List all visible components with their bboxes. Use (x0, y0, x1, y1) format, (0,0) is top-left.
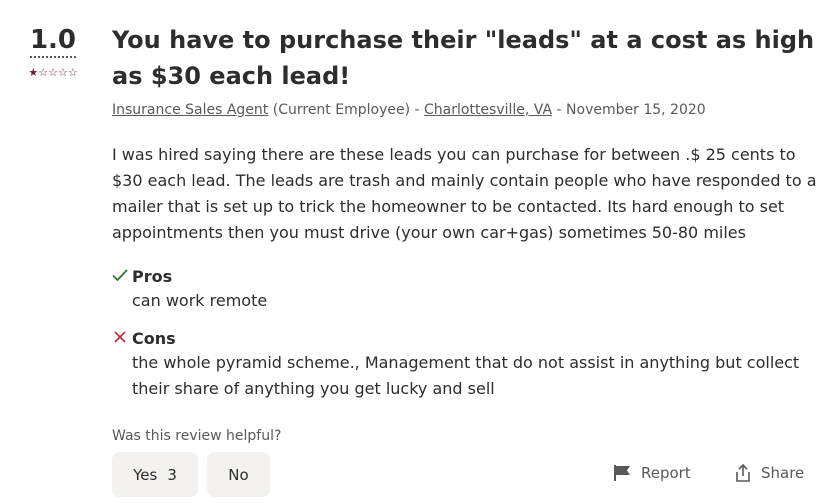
cons-text: the whole pyramid scheme., Management th… (132, 353, 800, 398)
pros-label: Pros (132, 267, 173, 286)
meta-separator: - (414, 102, 420, 118)
star-empty-icon: ☆ (48, 66, 58, 79)
cons-section: Cons the whole pyramid scheme., Manageme… (112, 328, 824, 402)
report-label: Report (641, 464, 691, 482)
share-icon (736, 463, 750, 482)
cons-label: Cons (132, 329, 176, 348)
star-filled-icon: ★ (28, 66, 39, 79)
cross-icon (112, 328, 128, 350)
review-date: November 15, 2020 (566, 102, 706, 118)
yes-button[interactable]: Yes 3 (112, 452, 198, 497)
share-button[interactable]: Share (733, 461, 804, 485)
rating-block: 1.0 ★☆☆☆☆ (16, 24, 90, 79)
pros-text: can work remote (132, 291, 268, 310)
review-title: You have to purchase their "leads" at a … (112, 26, 815, 90)
flag-icon (614, 465, 630, 481)
share-label: Share (761, 464, 805, 482)
check-icon (112, 266, 128, 288)
star-rating: ★☆☆☆☆ (16, 67, 90, 79)
helpful-question: Was this review helpful? (112, 428, 282, 444)
rating-value[interactable]: 1.0 (29, 24, 77, 58)
no-button[interactable]: No (207, 452, 270, 497)
report-button[interactable]: Report (613, 461, 691, 485)
yes-count: 3 (167, 465, 177, 484)
yes-label: Yes (133, 465, 158, 484)
employment-status: (Current Employee) (272, 102, 411, 118)
review-meta: Insurance Sales Agent (Current Employee)… (112, 100, 824, 120)
meta-separator: - (556, 102, 562, 118)
no-label: No (228, 465, 249, 484)
star-empty-icon: ☆ (38, 66, 49, 79)
star-empty-icon: ☆ (57, 66, 68, 79)
review-content: You have to purchase their "leads" at a … (112, 22, 824, 402)
job-title-link[interactable]: Insurance Sales Agent (112, 102, 268, 118)
star-empty-icon: ☆ (67, 66, 78, 79)
pros-section: Pros can work remote (112, 266, 824, 314)
location-link[interactable]: Charlottesville, VA (424, 102, 552, 118)
review-body: I was hired saying there are these leads… (112, 145, 817, 242)
